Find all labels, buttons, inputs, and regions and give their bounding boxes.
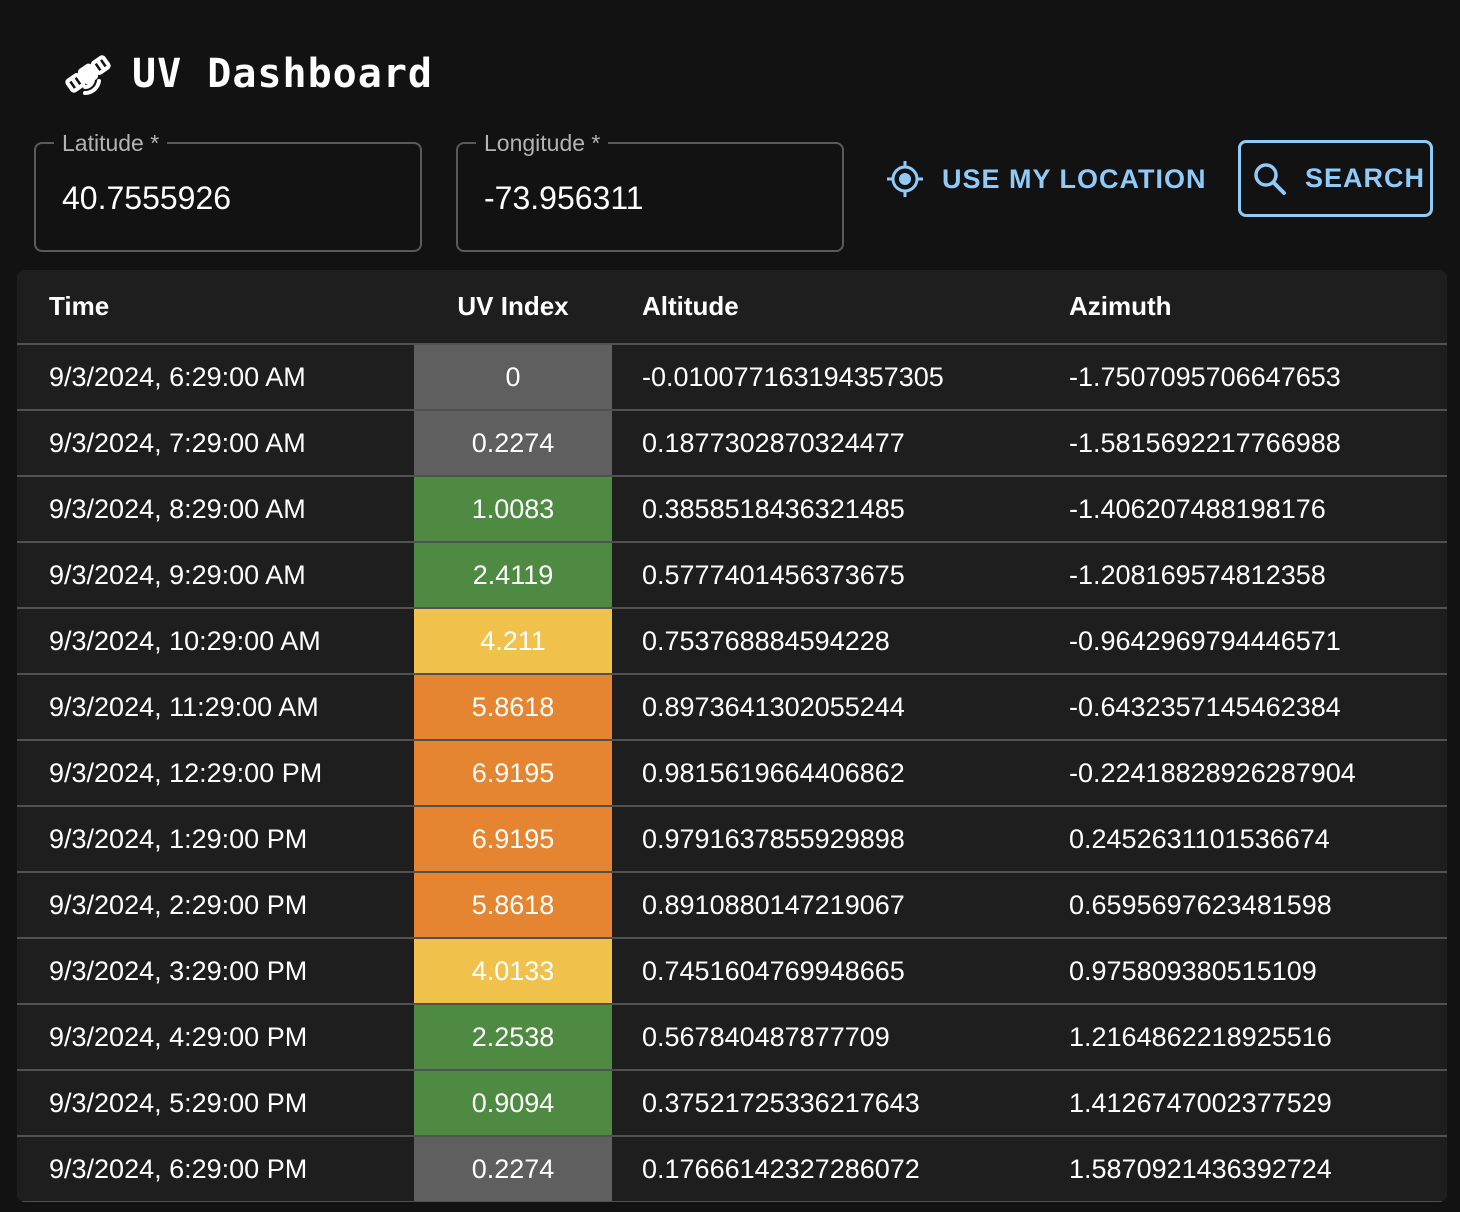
time-cell: 9/3/2024, 11:29:00 AM [17,674,414,741]
table-row: 9/3/2024, 8:29:00 AM 1.0083 0.385851843632… [17,476,1447,543]
uv-index-cell: 6.9195 [414,740,612,807]
search-icon [1253,162,1287,196]
table-row: 9/3/2024, 10:29:00 AM 4.211 0.753768884594… [17,608,1447,675]
table-row: 9/3/2024, 11:29:00 AM 5.8618 0.89736413020… [17,674,1447,741]
azimuth-cell: 0.975809380515109 [1039,938,1447,1005]
time-cell: 9/3/2024, 9:29:00 AM [17,542,414,609]
uv-index-cell: 0.2274 [414,410,612,477]
longitude-label: Longitude * [476,128,609,158]
time-cell: 9/3/2024, 10:29:00 AM [17,608,414,675]
column-header-time: Time [17,270,414,345]
table-row: 9/3/2024, 5:29:00 PM 0.9094 0.375217253362… [17,1070,1447,1137]
altitude-cell: 0.8910880147219067 [612,872,1039,939]
altitude-cell: -0.010077163194357305 [612,344,1039,411]
altitude-cell: 0.9791637855929898 [612,806,1039,873]
azimuth-cell: 1.5870921436392724 [1039,1136,1447,1202]
azimuth-cell: 1.2164862218925516 [1039,1004,1447,1071]
time-cell: 9/3/2024, 4:29:00 PM [17,1004,414,1071]
table-header-row: Time UV Index Altitude Azimuth [17,270,1447,345]
uv-index-cell: 0.9094 [414,1070,612,1137]
time-cell: 9/3/2024, 5:29:00 PM [17,1070,414,1137]
use-my-location-button[interactable]: USE MY LOCATION [878,148,1215,210]
azimuth-cell: 1.4126747002377529 [1039,1070,1447,1137]
altitude-cell: 0.9815619664406862 [612,740,1039,807]
time-cell: 9/3/2024, 6:29:00 AM [17,344,414,411]
search-label: SEARCH [1305,163,1426,193]
time-cell: 9/3/2024, 12:29:00 PM [17,740,414,807]
azimuth-cell: -1.7507095706647653 [1039,344,1447,411]
latitude-input[interactable] [62,174,392,222]
uv-index-cell: 4.211 [414,608,612,675]
table-row: 9/3/2024, 7:29:00 AM 0.2274 0.187730287032… [17,410,1447,477]
time-cell: 9/3/2024, 7:29:00 AM [17,410,414,477]
column-header-azimuth: Azimuth [1039,270,1447,345]
longitude-field[interactable]: Longitude * [456,128,844,252]
uv-index-cell: 0.2274 [414,1136,612,1202]
uv-index-cell: 2.2538 [414,1004,612,1071]
altitude-cell: 0.3858518436321485 [612,476,1039,543]
table-body: 9/3/2024, 6:29:00 AM 0 -0.0100771631943573… [17,344,1447,1202]
time-cell: 9/3/2024, 2:29:00 PM [17,872,414,939]
azimuth-cell: -1.5815692217766988 [1039,410,1447,477]
time-cell: 9/3/2024, 3:29:00 PM [17,938,414,1005]
altitude-cell: 0.7451604769948665 [612,938,1039,1005]
azimuth-cell: 0.2452631101536674 [1039,806,1447,873]
azimuth-cell: -1.406207488198176 [1039,476,1447,543]
altitude-cell: 0.17666142327286072 [612,1136,1039,1202]
page-title: UV Dashboard [132,51,433,97]
longitude-input[interactable] [484,174,814,222]
uv-table-container: Time UV Index Altitude Azimuth 9/3/2024,… [17,270,1447,1202]
app-header: UV Dashboard [62,44,433,104]
search-button[interactable]: SEARCH [1238,140,1433,217]
app-root: UV Dashboard Latitude * Longitude * USE … [0,0,1460,1212]
table-row: 9/3/2024, 3:29:00 PM 4.0133 0.745160476994… [17,938,1447,1005]
uv-index-cell: 6.9195 [414,806,612,873]
time-cell: 9/3/2024, 8:29:00 AM [17,476,414,543]
altitude-cell: 0.37521725336217643 [612,1070,1039,1137]
uv-index-cell: 2.4119 [414,542,612,609]
azimuth-cell: -0.9642969794446571 [1039,608,1447,675]
table-row: 9/3/2024, 4:29:00 PM 2.2538 0.567840487877… [17,1004,1447,1071]
table-row: 9/3/2024, 2:29:00 PM 5.8618 0.891088014721… [17,872,1447,939]
latitude-label: Latitude * [54,128,168,158]
azimuth-cell: -0.6432357145462384 [1039,674,1447,741]
altitude-cell: 0.8973641302055244 [612,674,1039,741]
time-cell: 9/3/2024, 1:29:00 PM [17,806,414,873]
uv-index-cell: 5.8618 [414,674,612,741]
altitude-cell: 0.1877302870324477 [612,410,1039,477]
table-row: 9/3/2024, 6:29:00 PM 0.2274 0.176661423272… [17,1136,1447,1202]
table-row: 9/3/2024, 6:29:00 AM 0 -0.0100771631943573… [17,344,1447,411]
satellite-icon [62,48,114,100]
table-row: 9/3/2024, 1:29:00 PM 6.9195 0.979163785592… [17,806,1447,873]
column-header-altitude: Altitude [612,270,1039,345]
time-cell: 9/3/2024, 6:29:00 PM [17,1136,414,1202]
uv-index-cell: 0 [414,344,612,411]
azimuth-cell: 0.6595697623481598 [1039,872,1447,939]
altitude-cell: 0.5777401456373675 [612,542,1039,609]
uv-table: Time UV Index Altitude Azimuth 9/3/2024,… [17,270,1447,1202]
uv-index-cell: 4.0133 [414,938,612,1005]
use-my-location-label: USE MY LOCATION [942,163,1207,194]
table-row: 9/3/2024, 12:29:00 PM 6.9195 0.98156196644… [17,740,1447,807]
uv-index-cell: 1.0083 [414,476,612,543]
latitude-field[interactable]: Latitude * [34,128,422,252]
altitude-cell: 0.567840487877709 [612,1004,1039,1071]
column-header-uv-index: UV Index [414,270,612,345]
uv-index-cell: 5.8618 [414,872,612,939]
my-location-icon [886,160,924,198]
altitude-cell: 0.753768884594228 [612,608,1039,675]
table-row: 9/3/2024, 9:29:00 AM 2.4119 0.577740145637… [17,542,1447,609]
azimuth-cell: -0.22418828926287904 [1039,740,1447,807]
azimuth-cell: -1.208169574812358 [1039,542,1447,609]
